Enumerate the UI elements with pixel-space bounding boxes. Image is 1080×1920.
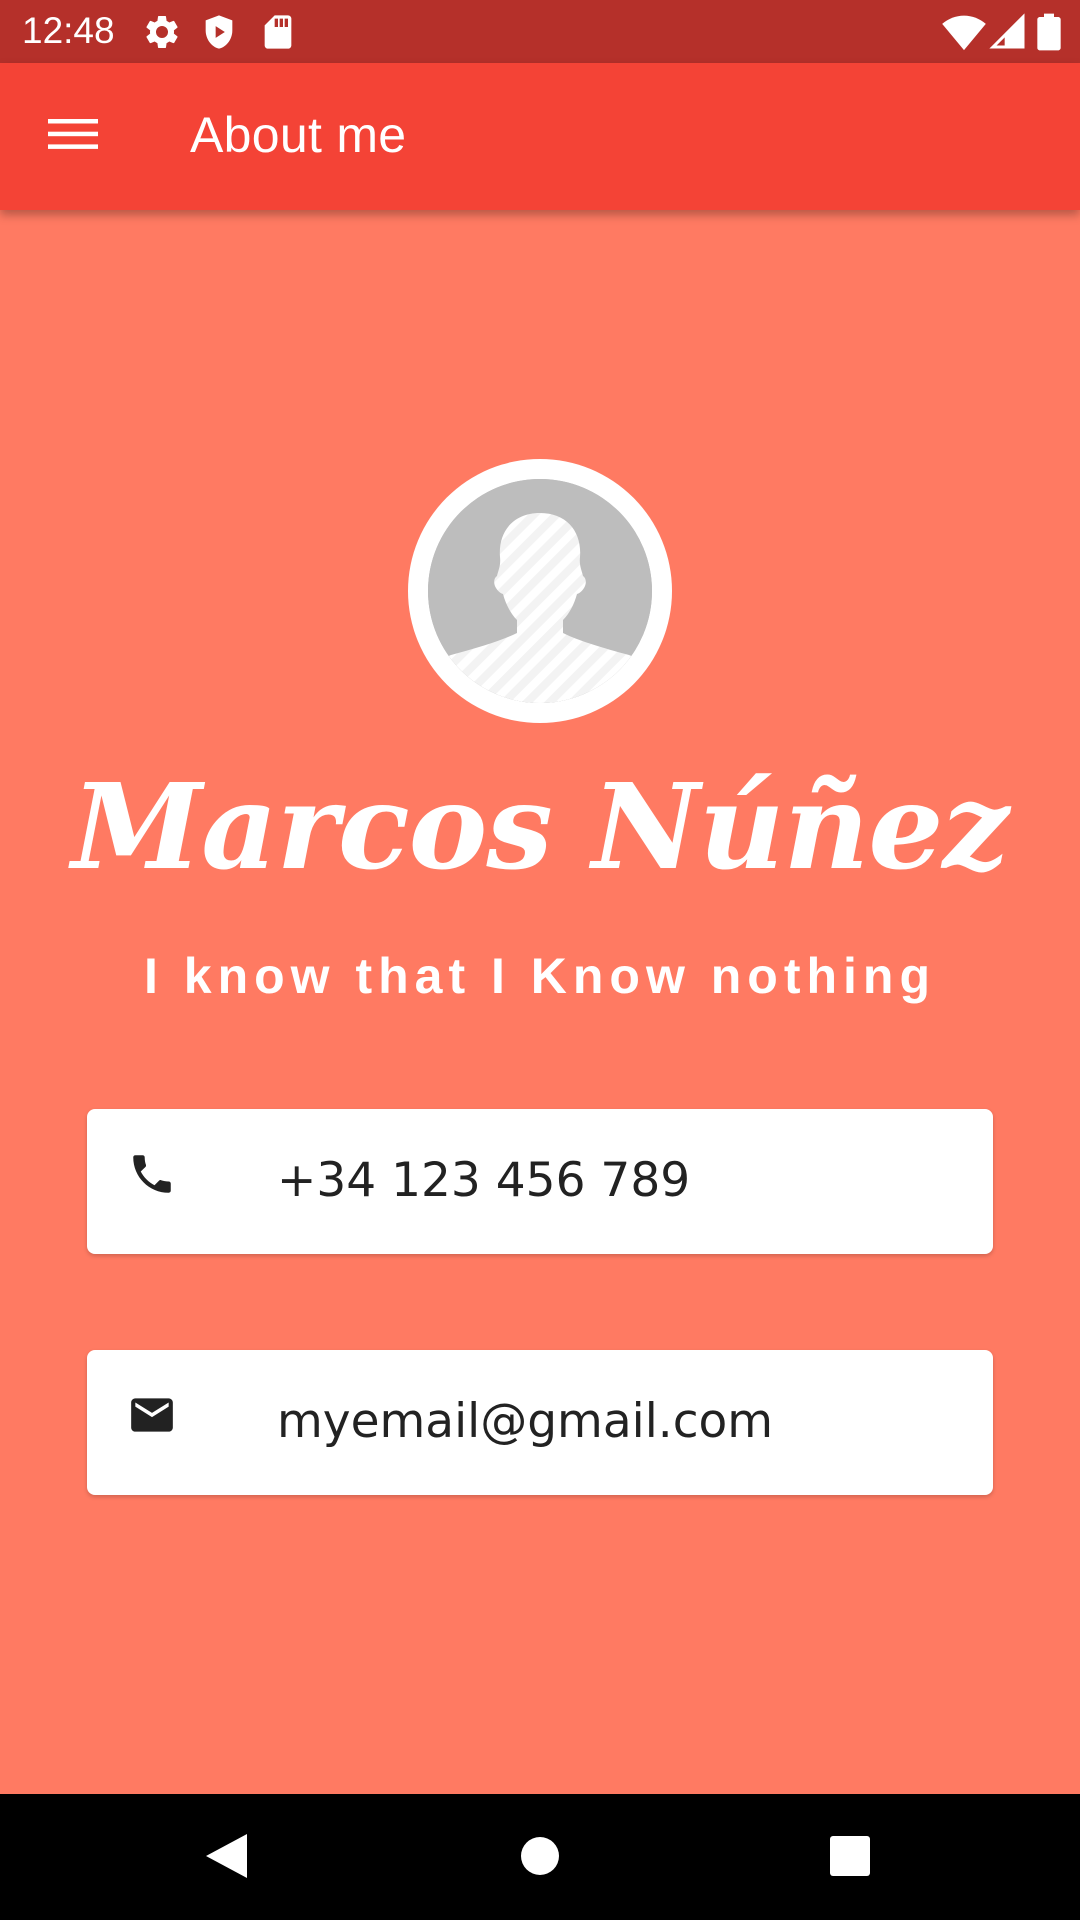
gear-icon (142, 12, 182, 52)
mail-icon (127, 1390, 177, 1440)
profile-name: Marcos Núñez (71, 757, 1010, 896)
app-bar: About me (0, 63, 1080, 210)
back-button[interactable] (194, 1826, 258, 1890)
status-time: 12:48 (22, 10, 115, 51)
phone-card[interactable]: +34 123 456 789 (87, 1109, 993, 1254)
phone-number: +34 123 456 789 (277, 1153, 691, 1208)
phone-icon (127, 1149, 177, 1199)
about-me-screen: 12:48 About me Marcos Núñez I know that … (0, 0, 1080, 1920)
wifi-icon (942, 12, 986, 52)
person-placeholder-icon (428, 479, 652, 703)
battery-icon (1036, 12, 1062, 52)
status-bar: 12:48 (0, 0, 1080, 63)
back-icon (203, 1832, 249, 1884)
home-button[interactable] (508, 1826, 572, 1890)
home-icon (520, 1836, 560, 1880)
signal-icon (988, 12, 1028, 52)
recents-icon (830, 1836, 870, 1880)
menu-icon (48, 116, 98, 156)
menu-button[interactable] (34, 103, 112, 169)
sd-card-icon (258, 12, 298, 52)
email-address: myemail@gmail.com (277, 1394, 774, 1449)
email-card[interactable]: myemail@gmail.com (87, 1350, 993, 1495)
shield-play-icon (199, 12, 239, 52)
avatar (408, 459, 672, 723)
page-title: About me (190, 107, 407, 163)
profile-tagline: I know that I Know nothing (143, 948, 936, 1004)
navigation-bar (0, 1794, 1080, 1920)
recents-button[interactable] (818, 1826, 882, 1890)
